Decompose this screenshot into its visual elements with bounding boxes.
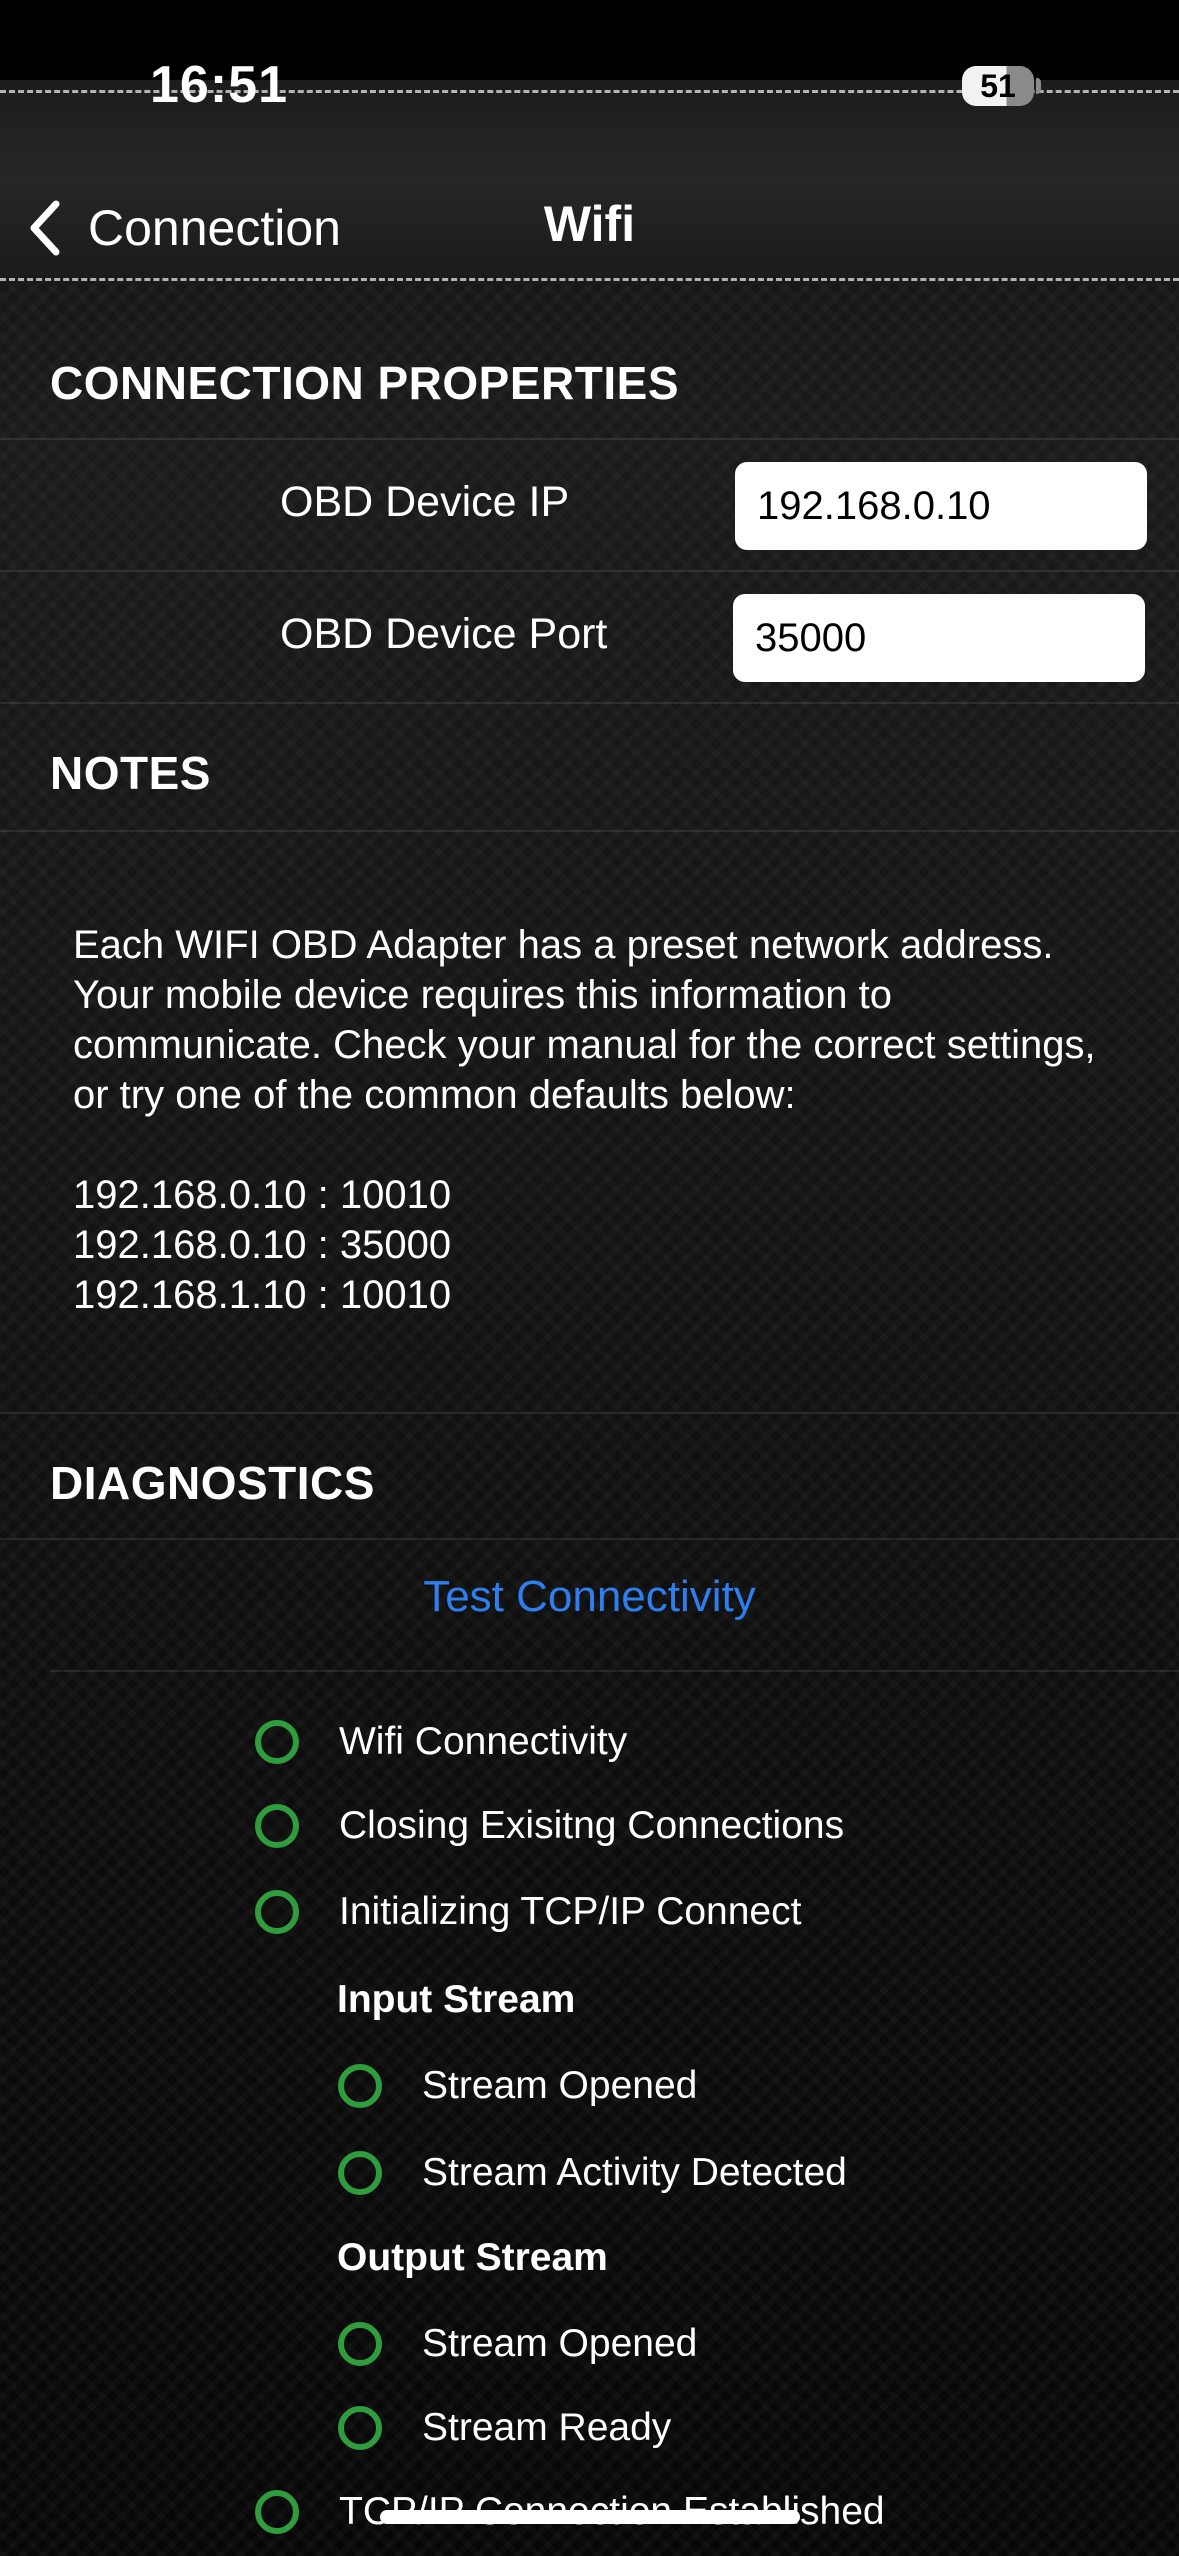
divider (0, 702, 1179, 704)
status-ring-icon (338, 2406, 382, 2450)
ip-label: OBD Device IP (280, 478, 570, 526)
status-time: 16:51 (150, 56, 288, 114)
divider (50, 1670, 1179, 1672)
input-stream-header: Input Stream (337, 1978, 576, 2021)
diagnostic-label: Stream Activity Detected (422, 2151, 847, 2194)
diagnostic-item: Initializing TCP/IP Connect (255, 1882, 801, 1942)
diagnostics-header: DIAGNOSTICS (50, 1457, 375, 1509)
notes-header: NOTES (50, 747, 211, 799)
diagnostic-label: Stream Opened (422, 2064, 698, 2107)
diagnostic-item: Stream Opened (338, 2056, 697, 2116)
test-connectivity-button[interactable]: Test Connectivity (0, 1572, 1179, 1622)
diagnostic-label: Closing Exisitng Connections (339, 1804, 845, 1847)
ip-field[interactable] (735, 462, 1147, 550)
status-ring-icon (255, 1804, 299, 1848)
diagnostic-item: Closing Exisitng Connections (255, 1796, 844, 1856)
battery-tip (1036, 78, 1041, 94)
diagnostic-label: Stream Opened (422, 2322, 698, 2365)
status-ring-icon (338, 2064, 382, 2108)
diagnostic-label: Wifi Connectivity (339, 1720, 628, 1763)
status-ring-icon (255, 1890, 299, 1934)
status-ring-icon (255, 1720, 299, 1764)
status-ring-icon (338, 2151, 382, 2195)
port-label: OBD Device Port (280, 610, 608, 658)
bottom-stitch-divider (0, 278, 1179, 281)
divider (0, 438, 1179, 440)
divider (0, 830, 1179, 832)
diagnostic-label: Stream Ready (422, 2406, 672, 2449)
notes-text: Each WIFI OBD Adapter has a preset netwo… (73, 923, 1096, 1317)
diagnostic-label: Initializing TCP/IP Connect (339, 1890, 802, 1933)
page-title: Wifi (543, 196, 636, 252)
connection-properties-header: CONNECTION PROPERTIES (50, 357, 680, 409)
divider (0, 570, 1179, 572)
home-indicator[interactable] (380, 2510, 800, 2524)
divider (0, 1412, 1179, 1414)
diagnostic-item: Stream Activity Detected (338, 2143, 847, 2203)
output-stream-header: Output Stream (337, 2236, 608, 2279)
diagnostic-item: Wifi Connectivity (255, 1712, 627, 1772)
divider (0, 1538, 1179, 1540)
status-ring-icon (338, 2322, 382, 2366)
port-field[interactable] (733, 594, 1145, 682)
battery-icon: 51 (962, 66, 1034, 106)
diagnostic-item: Stream Ready (338, 2398, 671, 2458)
status-ring-icon (255, 2490, 299, 2534)
diagnostic-item: Stream Opened (338, 2314, 697, 2374)
